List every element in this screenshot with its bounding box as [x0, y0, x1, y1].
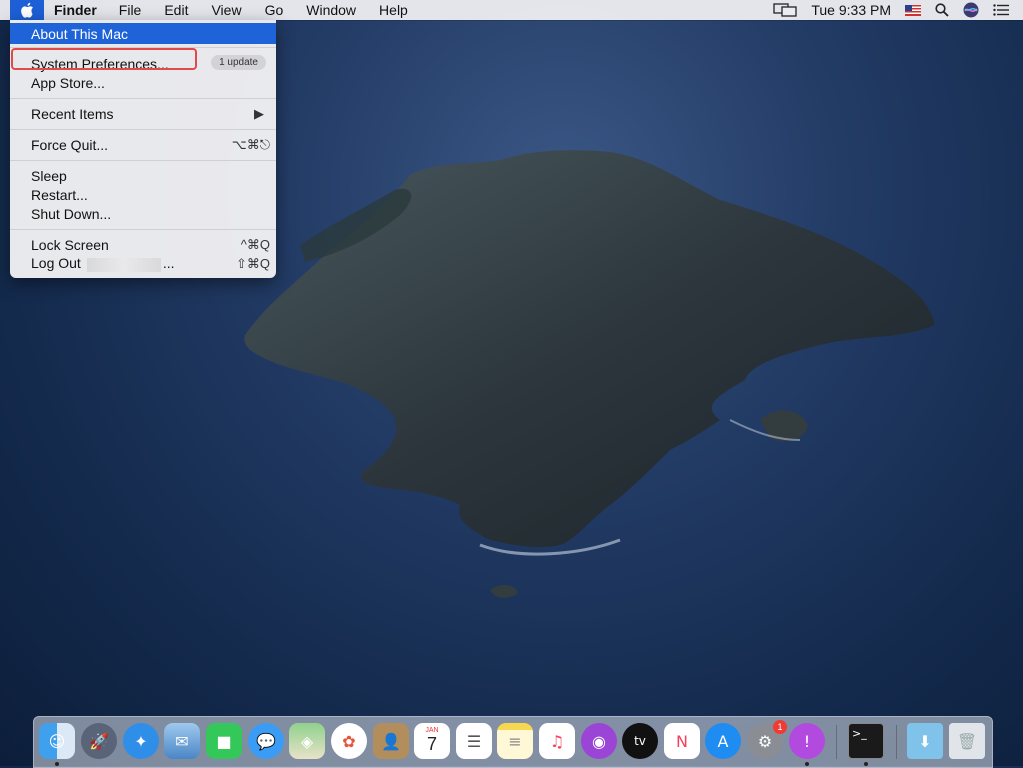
app-store-icon[interactable]: A [705, 723, 741, 759]
menu-separator [10, 229, 276, 230]
facetime-icon[interactable]: ■ [206, 723, 242, 759]
menu-item-label: Shut Down... [31, 205, 112, 222]
menu-help[interactable]: Help [379, 2, 408, 18]
menu-item-shut-down[interactable]: Shut Down... [10, 204, 276, 223]
menu-item-recent-items[interactable]: Recent Items ▶ [10, 104, 276, 123]
shortcut-label: ⌥⌘⎋ [231, 136, 270, 152]
calendar-day: 7 [426, 734, 437, 754]
menu-separator [10, 98, 276, 99]
reminders-icon[interactable]: ☰ [456, 723, 492, 759]
menu-item-about-this-mac[interactable]: About This Mac [10, 23, 276, 44]
menu-item-sleep[interactable]: Sleep [10, 166, 276, 185]
menu-item-force-quit[interactable]: Force Quit... ⌥⌘⎋ [10, 135, 276, 154]
running-indicator [864, 762, 868, 766]
dock: ☺ 🚀 ✦ ✉ ■ 💬 ◈ ✿ 👤 JAN 7 ☰ ≡ ♫ ◉ tv N A ⚙… [33, 716, 993, 768]
update-badge: 1 update [211, 55, 266, 70]
shortcut-label: ^⌘Q [240, 236, 270, 252]
mail-icon[interactable]: ✉ [164, 723, 200, 759]
photos-icon[interactable]: ✿ [331, 723, 367, 759]
terminal-icon[interactable]: >_ [848, 723, 884, 759]
shortcut-label: ⇧⌘Q [235, 255, 270, 271]
calendar-month: JAN [425, 727, 439, 734]
music-icon[interactable]: ♫ [539, 723, 575, 759]
menu-item-label: Restart... [31, 186, 88, 203]
menu-item-label: Recent Items [31, 105, 114, 122]
dock-separator [836, 725, 837, 759]
contacts-icon[interactable]: 👤 [373, 723, 409, 759]
news-icon[interactable]: N [664, 723, 700, 759]
finder-icon[interactable]: ☺ [39, 723, 75, 759]
menu-item-label: Sleep [31, 167, 67, 184]
apple-logo-icon [21, 2, 33, 18]
annotation-highlight-box [11, 48, 197, 70]
spotlight-search-icon[interactable] [935, 3, 949, 17]
apple-menu-dropdown: About This Mac System Preferences... 1 u… [10, 20, 276, 278]
dock-separator [896, 725, 897, 759]
siri-icon[interactable] [963, 2, 979, 18]
feedback-assistant-icon[interactable]: ! [789, 723, 825, 759]
running-indicator [805, 762, 809, 766]
system-preferences-icon[interactable]: ⚙ 1 [747, 720, 787, 759]
us-flag-input-icon[interactable] [905, 4, 921, 16]
tv-icon[interactable]: tv [622, 723, 658, 759]
menu-separator [10, 129, 276, 130]
menu-item-app-store[interactable]: App Store... [10, 73, 276, 92]
log-out-label: Log Out [31, 255, 81, 272]
menu-item-restart[interactable]: Restart... [10, 185, 276, 204]
podcasts-icon[interactable]: ◉ [581, 723, 617, 759]
downloads-folder-icon[interactable]: ⬇ [907, 723, 943, 759]
menu-view[interactable]: View [211, 2, 241, 18]
menu-separator [10, 160, 276, 161]
maps-icon[interactable]: ◈ [289, 723, 325, 759]
running-indicator [55, 762, 59, 766]
menu-go[interactable]: Go [265, 2, 284, 18]
submenu-arrow-icon: ▶ [254, 105, 264, 121]
menu-item-label: Log Out... [31, 255, 175, 272]
display-mirroring-icon[interactable] [773, 3, 798, 17]
menu-item-lock-screen[interactable]: Lock Screen ^⌘Q [10, 235, 276, 254]
menu-item-label: Force Quit... [31, 136, 109, 153]
menu-window[interactable]: Window [306, 2, 356, 18]
menu-item-label: Lock Screen [31, 236, 109, 253]
log-out-ellipsis: ... [162, 255, 175, 272]
launchpad-icon[interactable]: 🚀 [81, 723, 117, 759]
menu-finder[interactable]: Finder [54, 2, 97, 18]
menu-edit[interactable]: Edit [164, 2, 188, 18]
notification-badge: 1 [773, 720, 787, 734]
clock[interactable]: Tue 9:33 PM [811, 2, 891, 18]
calendar-icon[interactable]: JAN 7 [414, 723, 450, 759]
menu-bar: Finder File Edit View Go Window Help Tue… [0, 0, 1023, 20]
apple-menu-button[interactable] [10, 0, 44, 20]
safari-icon[interactable]: ✦ [123, 723, 159, 759]
menu-file[interactable]: File [119, 2, 142, 18]
menu-item-log-out[interactable]: Log Out... ⇧⌘Q [10, 254, 276, 273]
menu-item-label: App Store... [31, 74, 105, 91]
menu-item-label: About This Mac [31, 25, 129, 42]
notification-center-icon[interactable] [993, 4, 1009, 16]
trash-icon[interactable]: 🗑 [949, 723, 985, 759]
messages-icon[interactable]: 💬 [248, 723, 284, 759]
redacted-username [86, 257, 161, 272]
notes-icon[interactable]: ≡ [497, 723, 533, 759]
